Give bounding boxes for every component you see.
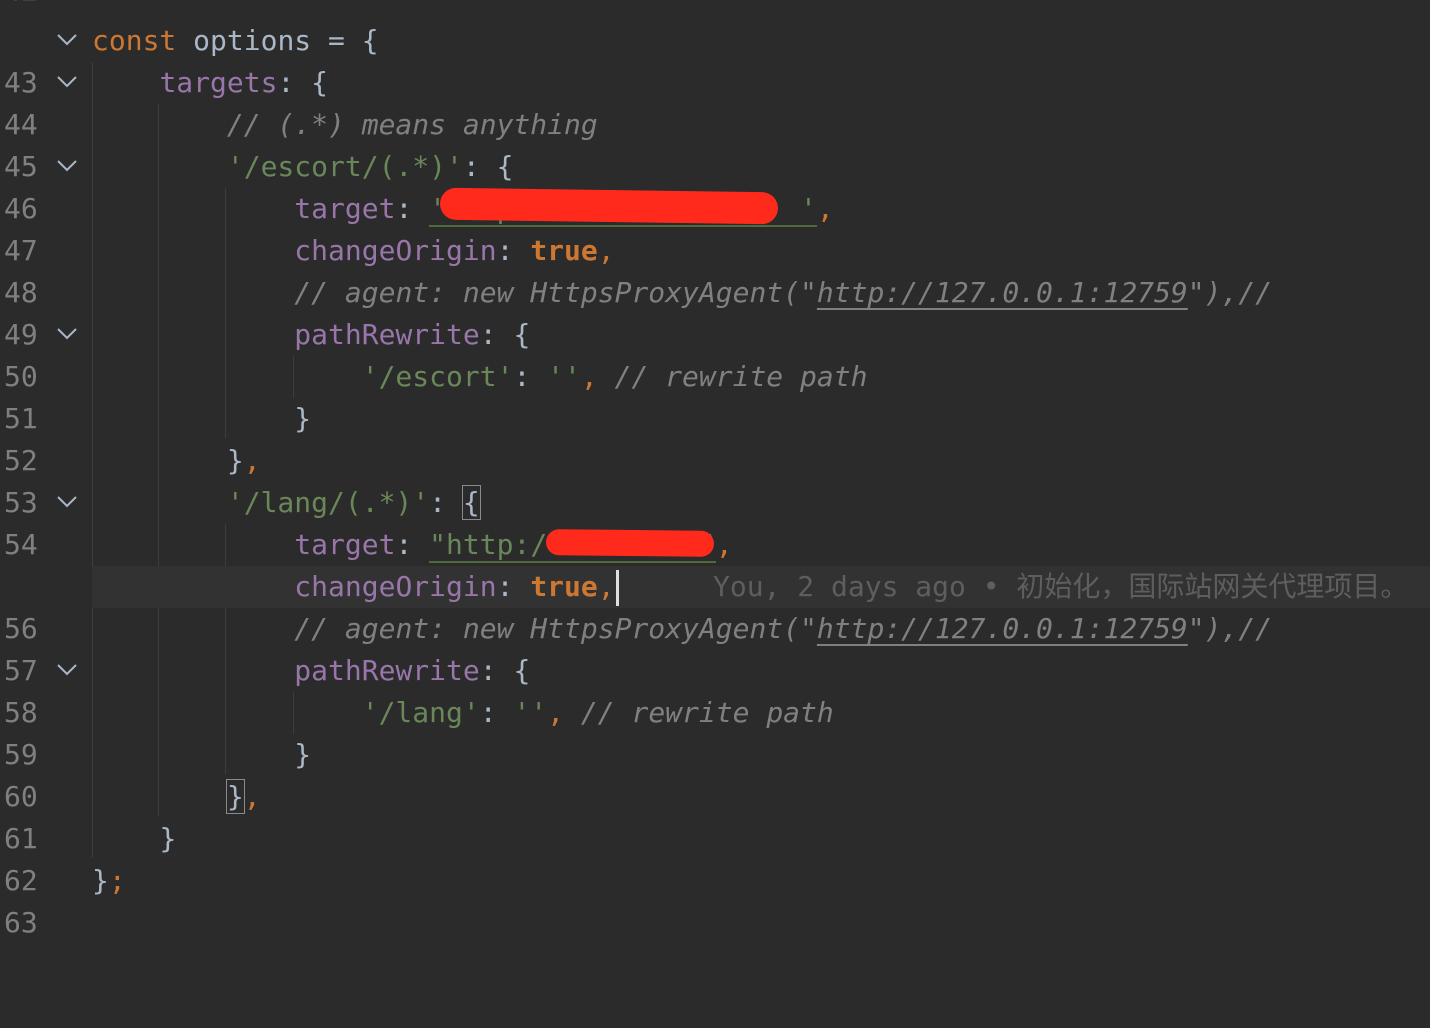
line-number-partial: 42 [4, 0, 38, 12]
code-text: : [496, 570, 531, 603]
string: '' [513, 696, 548, 729]
comment: // rewrite path [614, 360, 868, 393]
string: '/escort' [361, 360, 514, 393]
comment: // rewrite path [580, 696, 834, 729]
string: '/escort/(.*)' [226, 150, 463, 183]
code-text: : { [277, 66, 329, 99]
code-line[interactable]: 49 // agent: new HttpsProxyAgent("http:/… [0, 272, 1430, 351]
code-line[interactable]: 54 '/lang/(.*)': { [0, 482, 1430, 561]
fold-chevron-icon[interactable] [56, 33, 78, 47]
property: target [294, 192, 396, 225]
string: '/lang/(.*)' [226, 486, 430, 519]
comment: // agent: new HttpsProxyAgent(" [294, 612, 817, 645]
code-line[interactable]: 55 target: "http:/ ", [0, 524, 1430, 603]
code-text: : [429, 486, 463, 519]
string: '' [547, 360, 581, 393]
matched-brace: } [225, 779, 245, 814]
keyword: true [530, 570, 598, 603]
code-line-current[interactable]: 56 changeOrigin: true, You, 2 days ago •… [0, 566, 1430, 645]
code-editor[interactable]: 42 43 const options = { 44 targets: { 45… [0, 0, 1430, 939]
code-line[interactable]: 58 pathRewrite: { [0, 650, 1430, 729]
comment: "),// [1187, 276, 1273, 309]
comma: , [243, 444, 261, 477]
code-line[interactable]: 43 const options = { [0, 20, 1430, 99]
git-blame-annotation[interactable]: You, 2 days ago • 初始化，国际站网关代理项目。 [713, 566, 1408, 608]
property: pathRewrite [294, 318, 480, 351]
fold-chevron-icon[interactable] [56, 327, 78, 341]
fold-chevron-icon[interactable] [56, 159, 78, 173]
code-text: } [92, 864, 109, 897]
string: '/lang' [361, 696, 480, 729]
line-number: 63 [4, 906, 38, 939]
comma: , [580, 360, 598, 393]
comment-link[interactable]: http://127.0.0.1:12759 [817, 276, 1188, 309]
keyword: const [92, 24, 177, 57]
code-line[interactable]: 48 changeOrigin: true, [0, 230, 1430, 309]
code-text: : [496, 234, 531, 267]
code-text: : [513, 360, 548, 393]
matched-brace: { [461, 485, 481, 520]
code-line[interactable]: 62 } [0, 818, 1430, 897]
property: changeOrigin [294, 570, 497, 603]
keyword: true [530, 234, 598, 267]
code-text: : { [462, 150, 514, 183]
comma: , [243, 780, 261, 813]
code-line[interactable]: 60 } [0, 734, 1430, 813]
code-line[interactable]: 44 targets: { [0, 62, 1430, 141]
property: target [294, 528, 396, 561]
semicolon: ; [108, 864, 126, 897]
code-line[interactable]: 50 pathRewrite: { [0, 314, 1430, 393]
property: changeOrigin [294, 234, 497, 267]
text-caret [615, 570, 619, 606]
code-line[interactable]: 46 '/escort/(.*)': { [0, 146, 1430, 225]
code-text: : { [479, 654, 531, 687]
code-text: options = { [176, 24, 379, 57]
property: targets [159, 66, 278, 99]
code-line[interactable]: 63 }; [0, 860, 1430, 939]
code-text: : [479, 696, 514, 729]
fold-chevron-icon[interactable] [56, 75, 78, 89]
code-line[interactable]: 61 }, [0, 776, 1430, 855]
redaction-mark [545, 529, 715, 557]
comment: // (.*) means anything [226, 108, 598, 141]
code-line[interactable]: 57 // agent: new HttpsProxyAgent("http:/… [0, 608, 1430, 687]
code-text: : { [479, 318, 531, 351]
comma: , [597, 570, 615, 603]
code-text: } [294, 738, 312, 771]
property: pathRewrite [294, 654, 480, 687]
comma: , [547, 696, 565, 729]
fold-chevron-icon[interactable] [56, 663, 78, 677]
code-line[interactable]: 59 '/lang': '', // rewrite path [0, 692, 1430, 771]
code-text: } [159, 822, 177, 855]
code-line[interactable]: 45 // (.*) means anything [0, 104, 1430, 183]
code-line[interactable]: 53 }, [0, 440, 1430, 519]
fold-chevron-icon[interactable] [56, 495, 78, 509]
code-line[interactable]: 52 } [0, 398, 1430, 477]
code-text: } [294, 402, 312, 435]
redaction-mark [439, 187, 779, 225]
code-text: : [395, 192, 430, 225]
comma: , [816, 192, 834, 225]
comment-link[interactable]: http://127.0.0.1:12759 [817, 612, 1188, 645]
code-text: } [226, 444, 244, 477]
code-line[interactable]: 51 '/escort': '', // rewrite path [0, 356, 1430, 435]
comment: "),// [1187, 612, 1273, 645]
code-text: : [395, 528, 430, 561]
comma: , [597, 234, 615, 267]
comment: // agent: new HttpsProxyAgent(" [294, 276, 817, 309]
comma: , [715, 528, 733, 561]
